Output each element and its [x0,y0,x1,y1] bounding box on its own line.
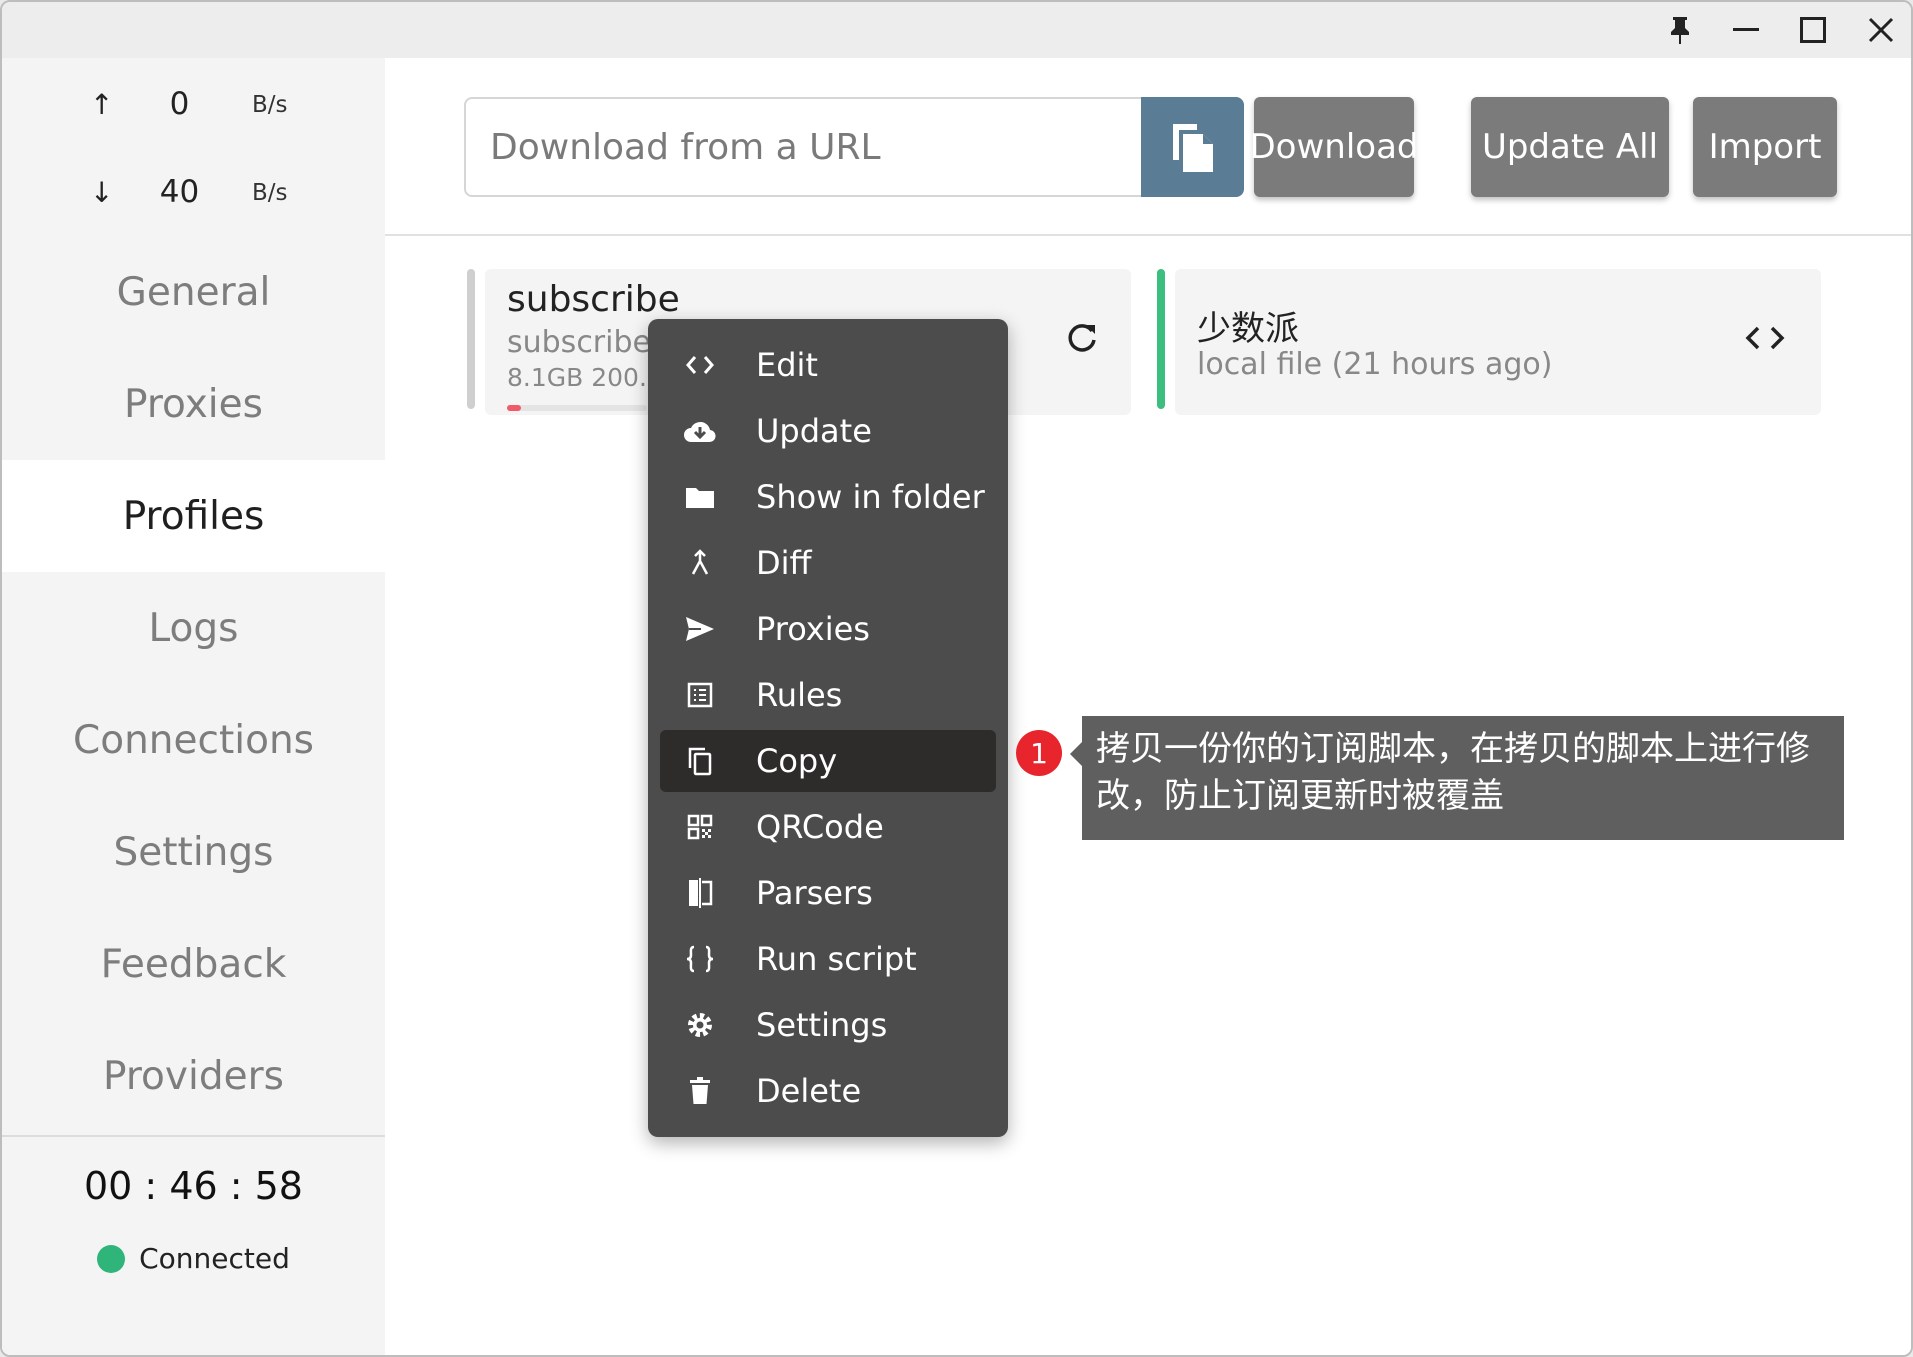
maximize-icon [1800,17,1826,43]
menu-label: QRCode [756,808,884,846]
menu-label: Rules [756,676,843,714]
refresh-button[interactable] [1065,321,1099,359]
refresh-icon [1068,324,1096,352]
profile-accent-bar [467,269,475,409]
traffic-panel: ↑ 0 B/s ↓ 40 B/s [2,58,385,236]
menu-item-run-script[interactable]: Run script [660,928,996,990]
profile-subtitle: local file (21 hours ago) [1197,347,1553,382]
merge-icon [680,543,720,583]
import-button[interactable]: Import [1693,97,1837,197]
code-icon [680,345,720,385]
sidebar-divider-bottom [2,1135,385,1137]
sidebar-item-feedback[interactable]: Feedback [2,908,385,1020]
app-window: ↑ 0 B/s ↓ 40 B/s General Proxies Profile… [0,0,1913,1357]
menu-item-rules[interactable]: Rules [660,664,996,726]
gear-icon [680,1005,720,1045]
code-icon [1745,326,1785,350]
profile-subtitle: subscribe. [507,325,661,360]
sidebar: ↑ 0 B/s ↓ 40 B/s General Proxies Profile… [2,58,385,1355]
menu-label: Settings [756,1006,888,1044]
menu-item-delete[interactable]: Delete [660,1060,996,1122]
profile-usage-text: 8.1GB 200. [507,363,647,392]
pin-button[interactable] [1650,8,1710,52]
copy-icon [680,741,720,781]
title-bar [2,2,1911,58]
profile-usage-fill [507,405,521,411]
toolbar-divider [385,234,1911,236]
update-all-button[interactable]: Update All [1471,97,1669,197]
profile-title: 少数派 [1197,309,1299,349]
menu-label: Run script [756,940,917,978]
status-label: Connected [139,1242,290,1275]
menu-item-proxies[interactable]: Proxies [660,598,996,660]
download-arrow-icon: ↓ [90,176,114,209]
braces-icon [680,939,720,979]
sidebar-item-settings[interactable]: Settings [2,796,385,908]
download-button[interactable]: Download [1250,97,1419,197]
callout-tooltip: 拷贝一份你的订阅脚本，在拷贝的脚本上进行修改，防止订阅更新时被覆盖 [1082,716,1844,840]
cloud-download-icon [680,411,720,451]
callout-pointer [1070,742,1082,766]
uptime-clock: 00 : 46 : 58 [84,1164,303,1208]
status-dot-icon [97,1244,126,1273]
download-speed: ↓ 40 B/s [2,168,385,218]
menu-item-parsers[interactable]: Parsers [660,862,996,924]
sidebar-item-proxies[interactable]: Proxies [2,348,385,460]
menu-label: Update [756,412,872,450]
profile-accent-bar [1157,269,1165,409]
menu-label: Copy [756,742,838,780]
upload-arrow-icon: ↑ [90,88,114,121]
trash-icon [680,1071,720,1111]
folder-icon [680,477,720,517]
menu-item-update[interactable]: Update [660,400,996,462]
upload-unit: B/s [252,92,288,118]
profile-card-local[interactable]: 少数派 local file (21 hours ago) [1157,269,1821,415]
profile-usage-bar [507,405,647,411]
menu-label: Delete [756,1072,862,1110]
parser-icon [680,873,720,913]
menu-label: Show in folder [756,478,985,516]
close-button[interactable] [1851,8,1911,52]
minimize-button[interactable] [1716,8,1776,52]
sidebar-item-logs[interactable]: Logs [2,572,385,684]
sidebar-item-connections[interactable]: Connections [2,684,385,796]
paste-button[interactable] [1141,97,1244,197]
profile-title: subscribe [507,279,680,320]
menu-item-show-in-folder[interactable]: Show in folder [660,466,996,528]
menu-item-diff[interactable]: Diff [660,532,996,594]
sidebar-item-providers[interactable]: Providers [2,1020,385,1132]
sidebar-item-general[interactable]: General [2,236,385,348]
edit-code-button[interactable] [1745,323,1785,357]
download-unit: B/s [252,180,288,206]
maximize-button[interactable] [1783,8,1843,52]
qrcode-icon [680,807,720,847]
menu-item-settings[interactable]: Settings [660,994,996,1056]
menu-label: Edit [756,346,818,384]
close-icon [1868,17,1894,43]
connection-status: Connected [2,1242,385,1275]
menu-label: Proxies [756,610,870,648]
menu-item-qrcode[interactable]: QRCode [660,796,996,858]
sidebar-item-profiles[interactable]: Profiles [2,460,385,572]
menu-label: Diff [756,544,812,582]
minimize-icon [1733,28,1759,31]
menu-item-copy[interactable]: Copy [660,730,996,792]
upload-value: 0 [169,86,190,122]
upload-speed: ↑ 0 B/s [2,80,385,130]
menu-item-edit[interactable]: Edit [660,334,996,396]
url-input[interactable] [464,97,1144,197]
send-icon [680,609,720,649]
menu-label: Parsers [756,874,873,912]
context-menu: Edit Update Show in folder Diff Proxies … [648,319,1008,1137]
main-panel: Download Update All Import subscribe sub… [385,58,1911,1355]
download-value: 40 [159,174,200,210]
pin-icon [1671,17,1689,44]
list-icon [680,675,720,715]
paste-icon [1172,124,1213,172]
callout-number-badge: 1 [1016,730,1062,776]
